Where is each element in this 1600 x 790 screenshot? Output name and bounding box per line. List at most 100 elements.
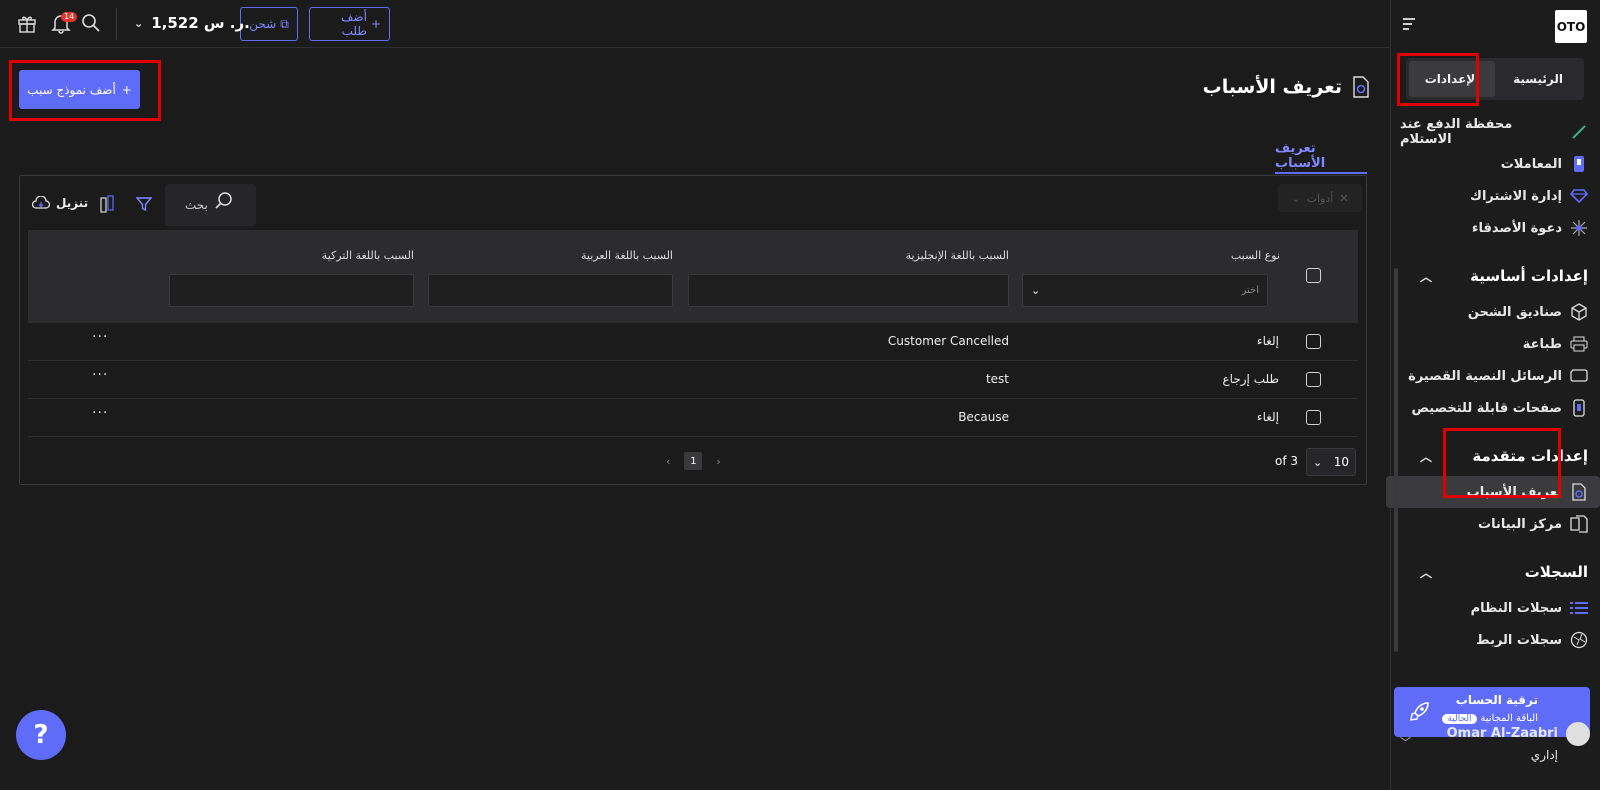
sidebar-item-sms[interactable]: الرسائل النصية القصيرة bbox=[1400, 360, 1590, 392]
type-filter-placeholder: اختر bbox=[1241, 285, 1260, 296]
table-row[interactable]: إلغاء Because ··· bbox=[28, 399, 1358, 437]
avatar bbox=[1566, 722, 1590, 746]
chevron-up-icon: ︿ bbox=[1420, 565, 1433, 580]
phone-icon bbox=[1570, 399, 1588, 417]
tools-label: أدوات bbox=[1306, 191, 1334, 205]
sidebar-item-label: صفحات قابلة للتخصيص bbox=[1411, 400, 1562, 416]
oto-logo[interactable]: OTO bbox=[1555, 10, 1587, 43]
search-icon[interactable] bbox=[80, 12, 102, 34]
sidebar-tabs: الرئيسية الإعدادات bbox=[1406, 58, 1584, 100]
tools-dropdown[interactable]: ✕ أدوات ⌄ bbox=[1278, 184, 1362, 212]
section-title: إعدادات أساسية bbox=[1470, 267, 1588, 285]
sidebar-item-system-logs[interactable]: سجلات النظام bbox=[1400, 592, 1590, 624]
turkish-reason-filter[interactable] bbox=[169, 274, 414, 307]
sidebar-item-label: تعريف الأسباب bbox=[1466, 484, 1562, 500]
gift-icon[interactable] bbox=[16, 12, 38, 34]
box-icon bbox=[1570, 303, 1588, 321]
english-reason-filter[interactable] bbox=[688, 274, 1009, 307]
row-actions-menu[interactable]: ··· bbox=[92, 329, 108, 345]
chevron-left-icon[interactable]: ‹ bbox=[666, 455, 670, 468]
network-icon bbox=[1570, 219, 1588, 237]
page-number-button[interactable]: 1 bbox=[684, 452, 703, 470]
sidebar: OTO الرئيسية الإعدادات محفظة الدفع عند ا… bbox=[1386, 0, 1600, 790]
chevron-up-icon: ︿ bbox=[1420, 449, 1433, 464]
sidebar-item-invite-friends[interactable]: دعوة الأصدقاء bbox=[1400, 212, 1590, 244]
section-basic-settings[interactable]: إعدادات أساسية ︿ bbox=[1400, 256, 1590, 296]
filter-icon[interactable] bbox=[136, 196, 152, 212]
chevron-up-icon: ︿ bbox=[1420, 269, 1433, 284]
row-checkbox[interactable] bbox=[1306, 410, 1321, 425]
row-actions-menu[interactable]: ··· bbox=[92, 405, 108, 421]
add-reason-template-button[interactable]: + أضف نموذج سبب bbox=[19, 70, 140, 109]
select-all-checkbox[interactable] bbox=[1306, 268, 1321, 283]
arabic-reason-filter[interactable] bbox=[428, 274, 673, 307]
tab-reasons[interactable]: تعريف الأسباب bbox=[1275, 140, 1367, 174]
section-logs[interactable]: السجلات ︿ bbox=[1400, 552, 1590, 592]
sidebar-item-label: مركز البيانات bbox=[1478, 516, 1562, 532]
column-reason-english: السبب باللغة الإنجليزية bbox=[905, 249, 1009, 262]
tab-home[interactable]: الرئيسية bbox=[1495, 61, 1581, 97]
tab-settings[interactable]: الإعدادات bbox=[1409, 61, 1495, 97]
page-title: تعريف الأسباب bbox=[1203, 76, 1370, 98]
columns-icon[interactable] bbox=[100, 195, 114, 213]
settings-doc-icon bbox=[1570, 483, 1588, 501]
globe-icon bbox=[1570, 631, 1588, 649]
user-menu[interactable]: Omar Al-Zaabri إداري ﹀ bbox=[1400, 720, 1590, 780]
diamond-icon bbox=[1570, 187, 1588, 205]
sidebar-item-label: سجلات النظام bbox=[1470, 600, 1562, 616]
chevron-down-icon: ⌄ bbox=[134, 16, 144, 30]
sidebar-item-subscription[interactable]: إدارة الاشتراك bbox=[1400, 180, 1590, 212]
transactions-icon bbox=[1570, 155, 1588, 173]
row-actions-menu[interactable]: ··· bbox=[92, 367, 108, 383]
page-size-select[interactable]: ⌄ 10 bbox=[1306, 448, 1356, 476]
download-label: تنزيل bbox=[56, 196, 89, 210]
copy-icon: ⧉ bbox=[280, 16, 289, 31]
column-reason-turkish: السبب باللغة التركية bbox=[321, 249, 414, 262]
sidebar-item-label: محفظة الدفع عند الاستلام bbox=[1400, 117, 1513, 147]
download-button[interactable]: تنزيل bbox=[32, 196, 88, 210]
balance-value: 1,522 ر. س. bbox=[151, 14, 250, 32]
wallet-icon bbox=[1570, 123, 1588, 141]
sms-icon bbox=[1570, 367, 1588, 385]
collapse-menu-icon[interactable] bbox=[1403, 18, 1417, 30]
page-title-text: تعريف الأسباب bbox=[1202, 76, 1342, 98]
balance-dropdown[interactable]: ⌄ 1,522 ر. س. bbox=[134, 14, 250, 32]
search-placeholder: بحث bbox=[185, 198, 208, 212]
chevron-down-icon[interactable]: ﹀ bbox=[1400, 734, 1411, 750]
reason-type-filter-select[interactable]: اختر ⌄ bbox=[1022, 274, 1268, 307]
sidebar-item-custom-pages[interactable]: صفحات قابلة للتخصيص bbox=[1400, 392, 1590, 424]
page-size-value: 10 bbox=[1333, 455, 1349, 469]
sidebar-item-cod-wallet[interactable]: محفظة الدفع عند الاستلام bbox=[1400, 116, 1590, 148]
sidebar-item-label: دعوة الأصدقاء bbox=[1471, 220, 1562, 236]
chevron-right-icon[interactable]: › bbox=[716, 455, 720, 468]
table-row[interactable]: إلغاء Customer Cancelled ··· bbox=[28, 323, 1358, 361]
add-order-button[interactable]: + أضف طلب bbox=[309, 7, 390, 41]
user-name: Omar Al-Zaabri bbox=[1446, 726, 1558, 741]
section-advanced-settings[interactable]: إعدادات متقدمة ︿ bbox=[1400, 436, 1590, 476]
add-reason-label: أضف نموذج سبب bbox=[27, 82, 116, 97]
sidebar-item-transactions[interactable]: المعاملات bbox=[1400, 148, 1590, 180]
sidebar-item-shipping-boxes[interactable]: صناديق الشحن bbox=[1400, 296, 1590, 328]
row-checkbox[interactable] bbox=[1306, 334, 1321, 349]
documents-icon bbox=[1570, 515, 1588, 533]
settings-doc-icon bbox=[1353, 76, 1369, 98]
sidebar-item-label: صناديق الشحن bbox=[1467, 304, 1562, 320]
reason-type-cell: إلغاء bbox=[1256, 334, 1279, 348]
table-row[interactable]: طلب إرجاع test ··· bbox=[28, 361, 1358, 399]
tools-icon: ✕ bbox=[1339, 191, 1349, 205]
search-icon bbox=[215, 192, 232, 209]
sidebar-item-label: طباعة bbox=[1522, 336, 1562, 352]
printer-icon bbox=[1570, 335, 1588, 353]
section-title: السجلات bbox=[1524, 563, 1588, 581]
sidebar-item-data-center[interactable]: مركز البيانات bbox=[1400, 508, 1590, 540]
row-checkbox[interactable] bbox=[1306, 372, 1321, 387]
sidebar-item-integration-logs[interactable]: سجلات الربط bbox=[1400, 624, 1590, 656]
search-input[interactable]: بحث bbox=[165, 184, 256, 226]
sidebar-item-reasons[interactable]: تعريف الأسباب bbox=[1386, 476, 1600, 508]
divider bbox=[116, 8, 117, 40]
sidebar-scrollbar[interactable] bbox=[1394, 268, 1398, 652]
reason-type-cell: إلغاء bbox=[1256, 410, 1279, 424]
help-button[interactable]: ? bbox=[16, 710, 66, 760]
sidebar-item-printing[interactable]: طباعة bbox=[1400, 328, 1590, 360]
reason-type-cell: طلب إرجاع bbox=[1222, 372, 1279, 386]
